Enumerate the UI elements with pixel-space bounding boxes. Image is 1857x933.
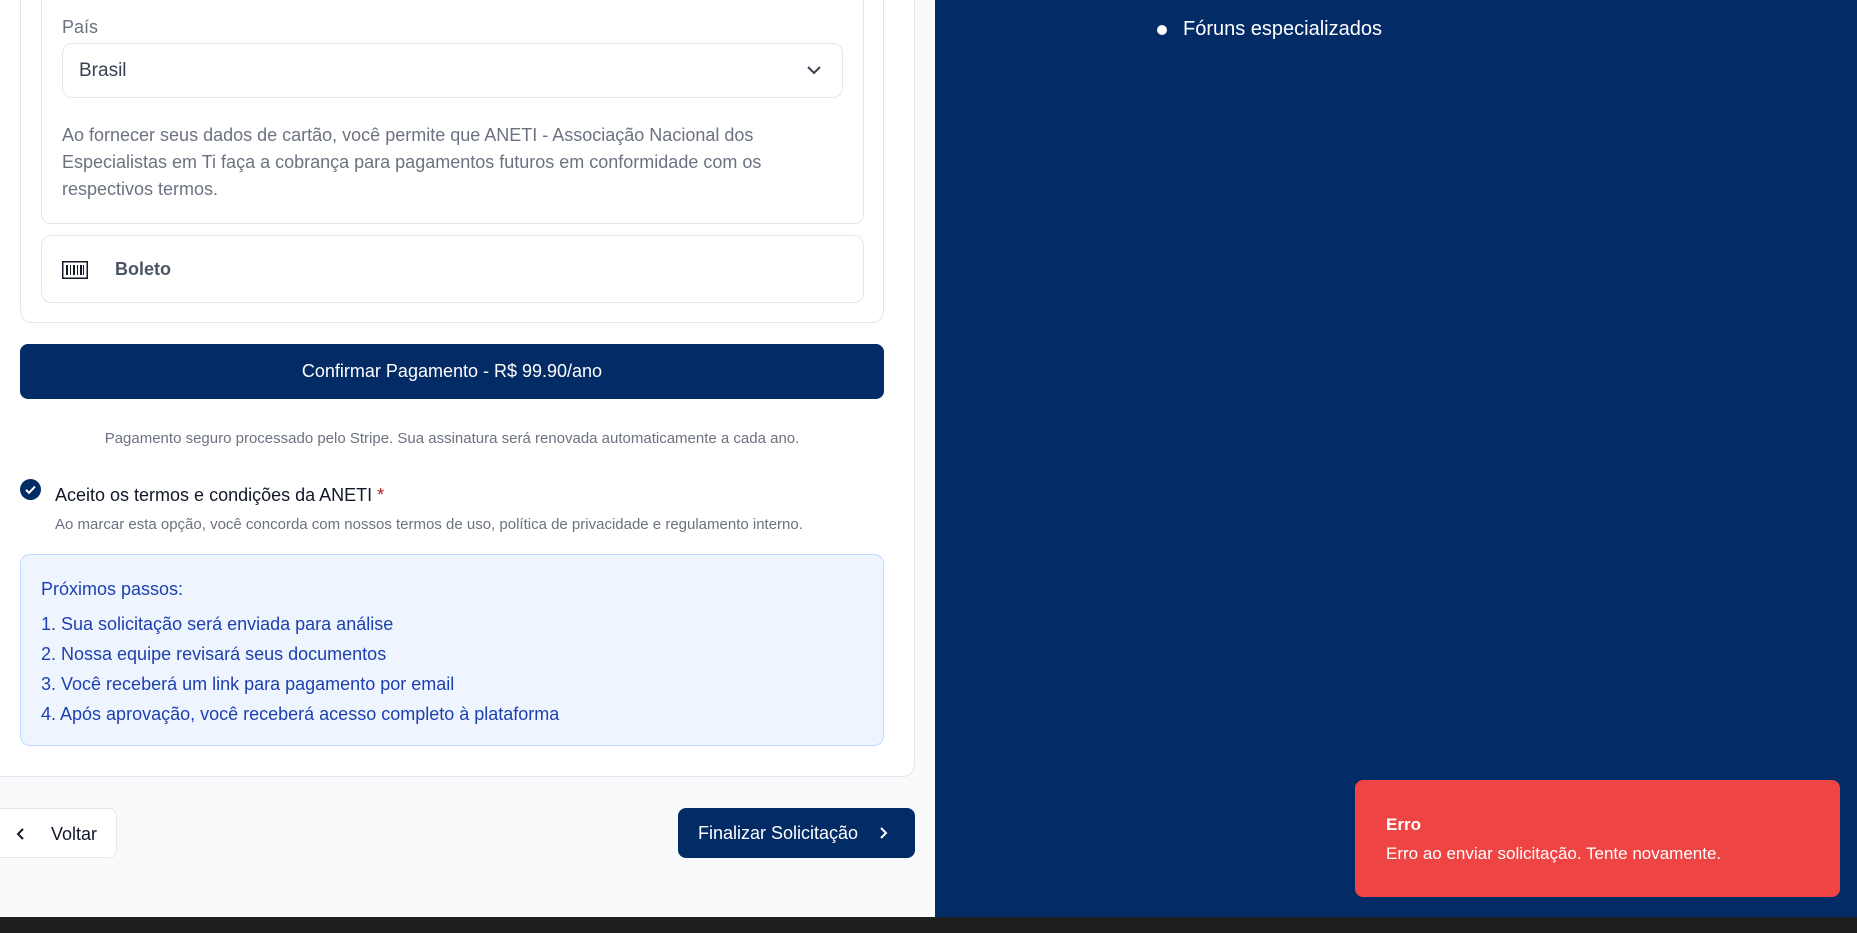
list-item: 2. Nossa equipe revisará seus documentos	[41, 644, 387, 664]
terms-label: Aceito os termos e condições da ANETI *	[55, 485, 385, 505]
taskbar	[0, 917, 1857, 933]
country-value: Brasil	[79, 60, 127, 81]
barcode-icon	[62, 261, 88, 279]
list-item: 4. Após aprovação, você receberá acesso …	[41, 704, 560, 724]
finish-label: Finalizar Solicitação	[698, 823, 859, 843]
terms-description: Ao marcar esta opção, você concorda com …	[55, 516, 803, 533]
card-terms-text: Ao fornecer seus dados de cartão, você p…	[62, 125, 762, 199]
next-steps-list: 1. Sua solicitação será enviada para aná…	[41, 613, 559, 733]
boleto-option[interactable]: Boleto	[41, 235, 864, 303]
confirm-payment-button[interactable]: Confirmar Pagamento - R$ 99.90/ano	[20, 344, 884, 399]
chevron-down-icon	[807, 66, 821, 75]
list-item: 1. Sua solicitação será enviada para aná…	[41, 614, 394, 634]
country-label: País	[62, 17, 99, 37]
toast-title: Erro	[1386, 815, 1421, 834]
list-item: 3. Você receberá um link para pagamento …	[41, 674, 455, 694]
error-toast[interactable]: Erro Erro ao enviar solicitação. Tente n…	[1355, 780, 1840, 897]
boleto-label: Boleto	[115, 259, 171, 279]
required-mark: *	[377, 485, 385, 505]
next-steps-title: Próximos passos:	[41, 579, 184, 599]
form-pane: País Brasil Ao fornecer seus dados de ca…	[0, 0, 935, 917]
back-label: Voltar	[51, 824, 98, 844]
benefit-item: Fóruns especializados	[1183, 18, 1382, 40]
chevron-right-icon	[880, 827, 888, 839]
terms-checkbox[interactable]	[20, 479, 41, 500]
chevron-left-icon	[16, 828, 24, 840]
back-button[interactable]: Voltar	[0, 808, 117, 858]
bullet-icon	[1157, 25, 1167, 35]
finish-request-button[interactable]: Finalizar Solicitação	[678, 808, 915, 858]
next-steps-box: Próximos passos: 1. Sua solicitação será…	[20, 554, 884, 746]
secure-payment-note: Pagamento seguro processado pelo Stripe.…	[104, 430, 800, 447]
country-select[interactable]: Brasil	[62, 43, 843, 98]
toast-message: Erro ao enviar solicitação. Tente novame…	[1386, 844, 1722, 863]
